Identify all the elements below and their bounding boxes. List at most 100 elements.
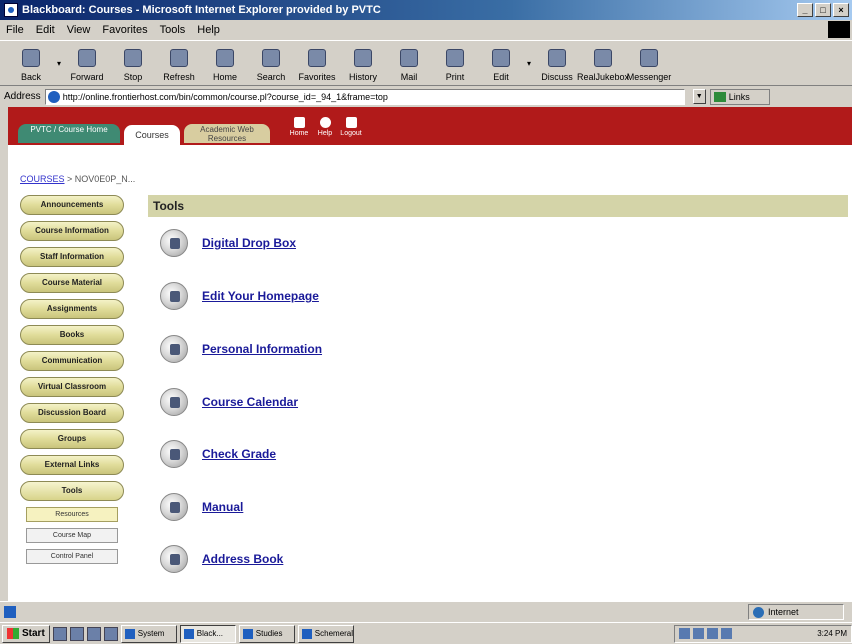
- tab-courses[interactable]: Courses: [124, 125, 180, 145]
- search-button[interactable]: Search: [248, 41, 294, 85]
- print-button[interactable]: Print: [432, 41, 478, 85]
- personal-info-icon[interactable]: [160, 335, 188, 363]
- menu-books[interactable]: Books: [20, 325, 124, 345]
- minimize-button[interactable]: _: [797, 3, 813, 17]
- menu-staff-information[interactable]: Staff Information: [20, 247, 124, 267]
- task-blackboard[interactable]: Black...: [179, 624, 236, 643]
- address-book-icon[interactable]: [160, 545, 188, 573]
- favorites-button[interactable]: Favorites: [294, 41, 340, 85]
- edit-button[interactable]: Edit: [478, 41, 524, 85]
- menu-groups[interactable]: Groups: [20, 429, 124, 449]
- tool-link[interactable]: Manual: [202, 500, 243, 514]
- submenu-control-panel[interactable]: Control Panel: [26, 549, 118, 564]
- menu-assignments[interactable]: Assignments: [20, 299, 124, 319]
- mail-button[interactable]: Mail: [386, 41, 432, 85]
- homepage-icon[interactable]: [160, 282, 188, 310]
- ie-app-icon[interactable]: [4, 3, 18, 17]
- calendar-icon[interactable]: [160, 388, 188, 416]
- nav-divider: [8, 145, 852, 149]
- menu-file[interactable]: File: [6, 24, 24, 36]
- grade-icon[interactable]: [160, 440, 188, 468]
- tool-edit-homepage[interactable]: Edit Your Homepage: [160, 282, 319, 310]
- windows-taskbar: Start System Black... Studies Schemeral …: [0, 622, 852, 644]
- quicklaunch-ie-icon[interactable]: [69, 626, 84, 641]
- menu-announcements[interactable]: Announcements: [20, 195, 124, 215]
- menu-virtual-classroom[interactable]: Virtual Classroom: [20, 377, 124, 397]
- menu-edit[interactable]: Edit: [36, 24, 55, 36]
- menu-tools[interactable]: Tools: [20, 481, 124, 501]
- tray-volume-icon[interactable]: [693, 628, 704, 639]
- forward-button[interactable]: Forward: [64, 41, 110, 85]
- drop-box-icon[interactable]: [160, 229, 188, 257]
- menu-course-material[interactable]: Course Material: [20, 273, 124, 293]
- nav-help-button[interactable]: Help: [316, 117, 334, 137]
- discuss-button[interactable]: Discuss: [534, 41, 580, 85]
- menu-communication[interactable]: Communication: [20, 351, 124, 371]
- page-icon: [47, 90, 60, 103]
- tab-institution-home[interactable]: PVTC / Course Home: [18, 124, 120, 143]
- menu-discussion-board[interactable]: Discussion Board: [20, 403, 124, 423]
- breadcrumb: COURSES > NOV0E0P_N...: [20, 174, 136, 184]
- tools-header: Tools: [148, 195, 848, 217]
- jukebox-icon: [594, 49, 612, 67]
- tool-link[interactable]: Edit Your Homepage: [202, 289, 319, 303]
- tool-digital-drop-box[interactable]: Digital Drop Box: [160, 229, 296, 257]
- address-input[interactable]: http://online.frontierhost.com/bin/commo…: [44, 88, 685, 105]
- history-button[interactable]: History: [340, 41, 386, 85]
- quicklaunch-app-icon[interactable]: [103, 626, 118, 641]
- refresh-button[interactable]: Refresh: [156, 41, 202, 85]
- start-button[interactable]: Start: [2, 624, 50, 643]
- task-studies[interactable]: Studies: [238, 624, 295, 643]
- menu-external-links[interactable]: External Links: [20, 455, 124, 475]
- address-url: http://online.frontierhost.com/bin/commo…: [62, 91, 388, 102]
- quicklaunch-desktop-icon[interactable]: [52, 626, 67, 641]
- close-button[interactable]: ×: [833, 3, 849, 17]
- nav-logout-button[interactable]: Logout: [340, 117, 362, 137]
- tool-personal-information[interactable]: Personal Information: [160, 335, 322, 363]
- tray-network-icon[interactable]: [679, 628, 690, 639]
- tool-manual[interactable]: Manual: [160, 493, 243, 521]
- mail-icon: [400, 49, 418, 67]
- tool-check-grade[interactable]: Check Grade: [160, 440, 276, 468]
- tool-link[interactable]: Address Book: [202, 552, 283, 566]
- submenu-course-map[interactable]: Course Map: [26, 528, 118, 543]
- menu-view[interactable]: View: [67, 24, 91, 36]
- edit-dropdown[interactable]: ▾: [524, 41, 534, 85]
- maximize-button[interactable]: □: [815, 3, 831, 17]
- tool-link[interactable]: Course Calendar: [202, 395, 298, 409]
- tool-address-book[interactable]: Address Book: [160, 545, 283, 573]
- stop-button[interactable]: Stop: [110, 41, 156, 85]
- nav-home-button[interactable]: Home: [290, 117, 308, 137]
- back-button[interactable]: Back: [8, 41, 54, 85]
- submenu-resources[interactable]: Resources: [26, 507, 118, 522]
- clock[interactable]: 3:24 PM: [817, 629, 847, 638]
- menu-favorites[interactable]: Favorites: [102, 24, 147, 36]
- menu-course-information[interactable]: Course Information: [20, 221, 124, 241]
- address-bar: Address http://online.frontierhost.com/b…: [0, 87, 852, 106]
- messenger-button[interactable]: Messenger: [626, 41, 672, 85]
- quicklaunch-outlook-icon[interactable]: [86, 626, 101, 641]
- task-system[interactable]: System: [120, 624, 177, 643]
- tool-link[interactable]: Personal Information: [202, 342, 322, 356]
- menu-tools[interactable]: Tools: [160, 24, 186, 36]
- tray-messenger-icon[interactable]: [707, 628, 718, 639]
- address-dropdown[interactable]: ▼: [692, 89, 706, 104]
- system-tray: 3:24 PM: [674, 624, 852, 643]
- course-menu: Announcements Course Information Staff I…: [20, 195, 126, 570]
- realjukebox-button[interactable]: RealJukebox: [577, 41, 629, 85]
- back-dropdown[interactable]: ▾: [54, 41, 64, 85]
- task-schemeral[interactable]: Schemeral: [297, 624, 354, 643]
- window-title: Blackboard: Courses - Microsoft Internet…: [22, 4, 381, 16]
- manual-icon[interactable]: [160, 493, 188, 521]
- home-button[interactable]: Home: [202, 41, 248, 85]
- tab-academic-resources[interactable]: Academic Web Resources: [184, 124, 270, 143]
- links-button[interactable]: Links: [709, 88, 770, 105]
- tool-course-calendar[interactable]: Course Calendar: [160, 388, 298, 416]
- menu-help[interactable]: Help: [197, 24, 220, 36]
- home-icon: [216, 49, 234, 67]
- window-title-bar[interactable]: Blackboard: Courses - Microsoft Internet…: [0, 0, 852, 20]
- tool-link[interactable]: Check Grade: [202, 447, 276, 461]
- tray-app-icon[interactable]: [721, 628, 732, 639]
- breadcrumb-courses-link[interactable]: COURSES: [20, 174, 65, 184]
- tool-link[interactable]: Digital Drop Box: [202, 236, 296, 250]
